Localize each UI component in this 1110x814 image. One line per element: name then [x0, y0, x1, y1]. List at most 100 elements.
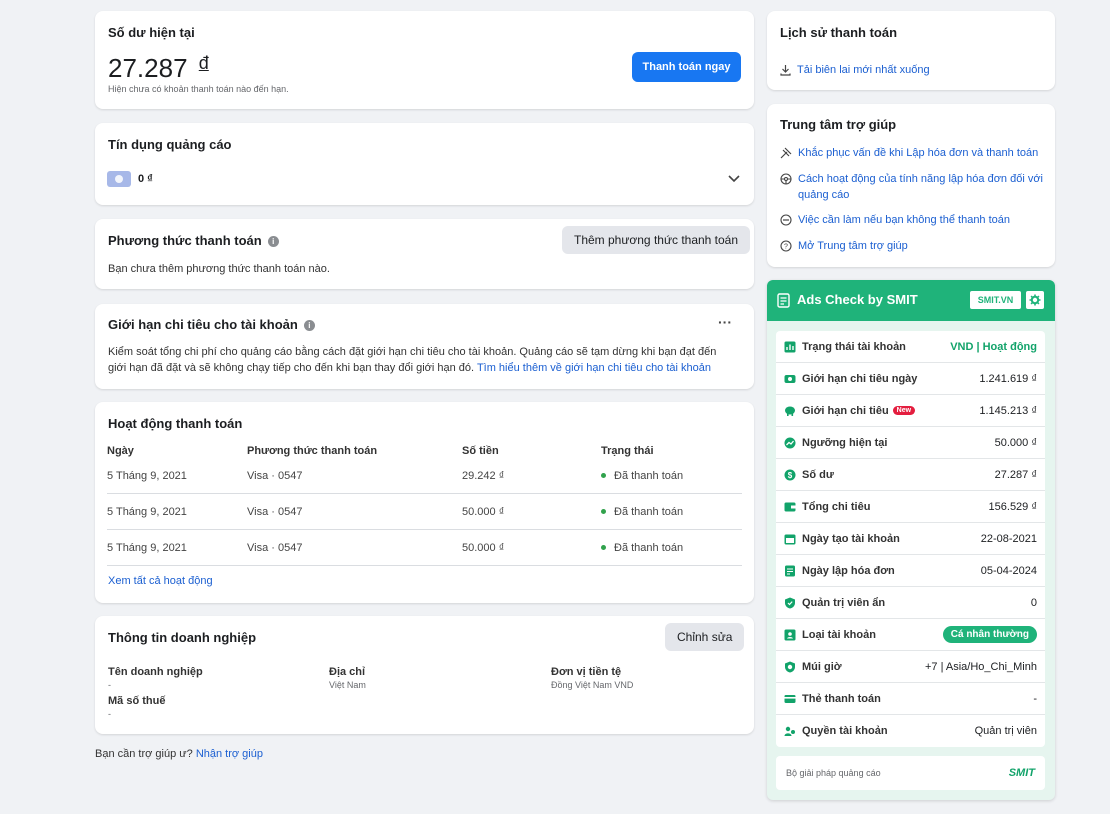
help-center-title: Trung tâm trợ giúp	[780, 117, 897, 132]
balance-amount-value: 27.287	[108, 53, 188, 83]
help-item-text: Khắc phục vấn đề khi Lập hóa đơn và than…	[798, 147, 1039, 159]
help-question: Bạn cần trợ giúp ư?	[95, 748, 193, 760]
smit-row-threshold: Ngưỡng hiện tại 50.000 ₫	[776, 427, 1045, 459]
payment-method-title-text: Phương thức thanh toán	[108, 233, 262, 248]
smit-logo-icon	[777, 293, 790, 311]
minus-circle-icon	[780, 214, 792, 226]
currency-symbol: đ	[198, 53, 209, 73]
payment-history-card: Lịch sử thanh toán Tải biên lai mới nhất…	[767, 11, 1055, 90]
ad-credit-row[interactable]: 0 ₫	[107, 171, 742, 187]
help-item-how-billing-works[interactable]: Cách hoạt động của tính năng lập hóa đơn…	[780, 171, 1048, 203]
smit-row-label: Loại tài khoản	[802, 628, 876, 641]
payment-method-empty-text: Bạn chưa thêm phương thức thanh toán nào…	[108, 263, 330, 275]
row-status-text: Đã thanh toán	[614, 505, 684, 518]
row-amount: 50.000 ₫	[462, 541, 505, 554]
spending-limit-text: Kiểm soát tổng chi phí cho quảng cáo bằn…	[108, 345, 733, 376]
row-status: Đã thanh toán	[601, 506, 683, 518]
currency-label: Đơn vị tiền tệ	[551, 666, 622, 678]
help-item-troubleshoot[interactable]: Khắc phục vấn đề khi Lập hóa đơn và than…	[780, 145, 1048, 161]
row-amount: 29.242 ₫	[462, 469, 505, 482]
smit-row-label: Giới hạn chi tiêu ngày	[802, 372, 918, 385]
balance-card: Số dư hiện tại 27.287 đ Hiện chưa có kho…	[95, 11, 754, 109]
see-all-activity-link[interactable]: Xem tất cả hoạt động	[108, 575, 213, 587]
new-badge: New	[892, 406, 916, 415]
info-icon[interactable]: i	[267, 236, 279, 247]
ad-credit-title: Tín dụng quảng cáo	[108, 137, 232, 152]
smit-title: Ads Check by SMIT	[797, 292, 918, 307]
info-icon[interactable]: i	[303, 320, 315, 331]
smit-row-value: 50.000 ₫	[994, 436, 1037, 449]
download-receipt-link[interactable]: Tải biên lai mới nhất xuống	[780, 62, 930, 78]
id-card-icon	[784, 629, 796, 641]
smit-row-label: Số dư	[802, 468, 834, 481]
row-date: 5 Tháng 9, 2021	[107, 505, 187, 518]
pay-now-button[interactable]: Thanh toán ngay	[632, 52, 741, 82]
smit-row-balance: $ Số dư 27.287 ₫	[776, 459, 1045, 491]
business-name-value: -	[108, 680, 111, 690]
smit-footer: Bộ giải pháp quảng cáo SMIT	[776, 756, 1045, 790]
header-amount: Số tiền	[462, 445, 499, 457]
help-item-text: Mở Trung tâm trợ giúp	[798, 240, 908, 252]
table-row[interactable]: 5 Tháng 9, 2021 Visa · 0547 50.000 ₫ Đã …	[107, 494, 742, 530]
payment-activity-card: Hoạt động thanh toán Ngày Phương thức th…	[95, 402, 754, 603]
gear-icon[interactable]	[1026, 291, 1044, 309]
add-payment-method-button[interactable]: Thêm phương thức thanh toán	[562, 226, 751, 254]
smit-row-value: Quản trị viên	[974, 725, 1037, 737]
smit-row-account-type: Loại tài khoản Cá nhân thường	[776, 619, 1045, 651]
wallet-icon	[784, 501, 796, 513]
calendar-icon	[784, 533, 796, 545]
smit-row-value: 22-08-2021	[980, 532, 1037, 545]
smit-badge-link[interactable]: SMIT.VN	[970, 291, 1021, 309]
smit-header: Ads Check by SMIT SMIT.VN	[767, 280, 1055, 321]
balance-amount: 27.287 đ	[108, 53, 209, 84]
ad-credit-card: Tín dụng quảng cáo 0 ₫	[95, 123, 754, 205]
steering-icon	[780, 173, 792, 185]
balance-title: Số dư hiện tại	[108, 25, 195, 40]
smit-row-total-spend: Tổng chi tiêu 156.529 ₫	[776, 491, 1045, 523]
payment-method-card: Phương thức thanh toán i Thêm phương thức…	[95, 219, 754, 289]
address-value: Việt Nam	[329, 680, 366, 690]
help-footer: Bạn cần trợ giúp ư? Nhận trợ giúp	[95, 748, 263, 760]
header-method: Phương thức thanh toán	[247, 445, 378, 457]
smit-row-permissions: Quyền tài khoản Quản trị viên	[776, 715, 1045, 747]
table-row[interactable]: 5 Tháng 9, 2021 Visa · 0547 29.242 ₫ Đã …	[107, 458, 742, 494]
row-status: Đã thanh toán	[601, 542, 683, 554]
smit-row-label: Ngày lập hóa đơn	[802, 564, 895, 577]
smit-row-daily-limit: Giới hạn chi tiêu ngày 1.241.619 ₫	[776, 363, 1045, 395]
card-icon	[784, 693, 796, 705]
trend-icon	[784, 437, 796, 449]
smit-row-value: 05-04-2024	[980, 564, 1037, 577]
spending-limit-title-text: Giới hạn chi tiêu cho tài khoản	[108, 317, 298, 332]
table-row[interactable]: 5 Tháng 9, 2021 Visa · 0547 50.000 ₫ Đã …	[107, 530, 742, 566]
help-item-cannot-pay[interactable]: Việc cần làm nếu bạn không thể thanh toá…	[780, 212, 1048, 228]
smit-row-value: -	[1033, 692, 1037, 705]
smit-row-label: Quyền tài khoản	[802, 725, 888, 737]
header-status: Trạng thái	[601, 445, 654, 457]
credit-icon	[107, 171, 131, 187]
help-item-open-help-center[interactable]: ? Mở Trung tâm trợ giúp	[780, 238, 1048, 254]
status-dot	[601, 545, 606, 550]
shield-icon	[784, 597, 796, 609]
get-help-link[interactable]: Nhận trợ giúp	[196, 748, 263, 760]
business-info-title: Thông tin doanh nghiệp	[108, 630, 257, 645]
row-status-text: Đã thanh toán	[614, 541, 684, 554]
smit-row-label: Ngày tạo tài khoản	[802, 532, 900, 545]
smit-row-value: +7 | Asia/Ho_Chi_Minh	[924, 660, 1037, 673]
row-method: Visa · 0547	[247, 541, 303, 554]
chevron-down-icon[interactable]	[728, 172, 740, 186]
smit-footer-logo[interactable]: SMIT	[1009, 767, 1035, 779]
more-options-button[interactable]: ···	[718, 314, 732, 330]
help-item-text: Việc cần làm nếu bạn không thể thanh toá…	[798, 214, 1011, 226]
users-icon	[784, 725, 796, 737]
smit-stats-panel: Trạng thái tài khoản VND | Hoạt động Giớ…	[776, 331, 1045, 747]
edit-button[interactable]: Chỉnh sửa	[665, 623, 745, 651]
question-circle-icon: ?	[780, 240, 792, 252]
address-label: Địa chỉ	[329, 666, 366, 678]
svg-text:?: ?	[784, 244, 788, 251]
piggy-icon	[784, 405, 796, 417]
smit-row-value: 1.241.619 ₫	[979, 372, 1037, 385]
smit-row-label: Múi giờ	[802, 660, 842, 673]
payment-history-title: Lịch sử thanh toán	[780, 25, 898, 40]
spending-limit-title: Giới hạn chi tiêu cho tài khoản i	[108, 317, 315, 332]
spending-limit-learn-more-link[interactable]: Tìm hiểu thêm về giới hạn chi tiêu cho t…	[477, 362, 711, 374]
